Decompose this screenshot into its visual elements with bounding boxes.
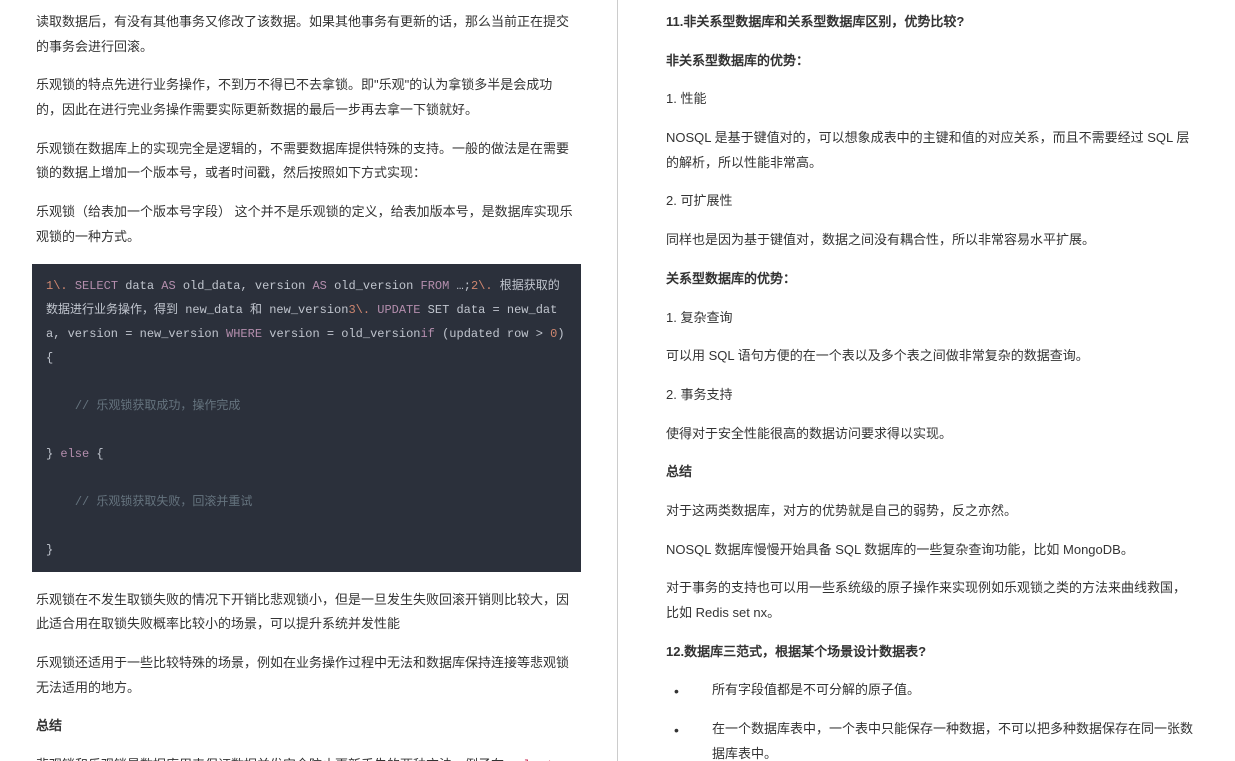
para: 2. 事务支持 (666, 383, 1195, 408)
list-item: 所有字段值都是不可分解的原子值。 (666, 678, 1195, 703)
para: 1. 复杂查询 (666, 306, 1195, 331)
para: 乐观锁在数据库上的实现完全是逻辑的，不需要数据库提供特殊的支持。一般的做法是在需… (36, 137, 577, 186)
left-column: 读取数据后，有没有其他事务又修改了该数据。如果其他事务有更新的话，那么当前正在提… (0, 0, 617, 761)
para: 乐观锁还适用于一些比较特殊的场景，例如在业务操作过程中无法和数据库保持连接等悲观… (36, 651, 577, 700)
para: NOSQL 是基于键值对的，可以想象成表中的主键和值的对应关系，而且不需要经过 … (666, 126, 1195, 175)
summary-heading: 总结 (666, 460, 1195, 485)
para: 1. 性能 (666, 87, 1195, 112)
para: 悲观锁和乐观锁是数据库用来保证数据并发安全防止更新丢失的两种方法，例子在 sel… (36, 753, 577, 761)
para: 乐观锁的特点先进行业务操作，不到万不得已不去拿锁。即"乐观"的认为拿锁多半是会成… (36, 73, 577, 122)
para: 对于这两类数据库，对方的优势就是自己的弱势，反之亦然。 (666, 499, 1195, 524)
bullet-list: 所有字段值都是不可分解的原子值。 在一个数据库表中，一个表中只能保存一种数据，不… (666, 678, 1195, 761)
para: 使得对于安全性能很高的数据访问要求得以实现。 (666, 422, 1195, 447)
code-block: 1\. SELECT data AS old_data, version AS … (32, 264, 581, 572)
para: 乐观锁（给表加一个版本号字段） 这个并不是乐观锁的定义，给表加版本号，是数据库实… (36, 200, 577, 249)
para: 同样也是因为基于键值对，数据之间没有耦合性，所以非常容易水平扩展。 (666, 228, 1195, 253)
para: 对于事务的支持也可以用一些系统级的原子操作来实现例如乐观锁之类的方法来曲线救国，… (666, 576, 1195, 625)
sql-heading: 关系型数据库的优势： (666, 267, 1195, 292)
list-item: 在一个数据库表中，一个表中只能保存一种数据，不可以把多种数据保存在同一张数据库表… (666, 717, 1195, 761)
nosql-heading: 非关系型数据库的优势： (666, 49, 1195, 74)
question-12: 12.数据库三范式，根据某个场景设计数据表? (666, 640, 1195, 665)
para: NOSQL 数据库慢慢开始具备 SQL 数据库的一些复杂查询功能，比如 Mong… (666, 538, 1195, 563)
para: 2. 可扩展性 (666, 189, 1195, 214)
right-column: 11.非关系型数据库和关系型数据库区别，优势比较? 非关系型数据库的优势： 1.… (618, 0, 1235, 761)
para: 读取数据后，有没有其他事务又修改了该数据。如果其他事务有更新的话，那么当前正在提… (36, 10, 577, 59)
summary-heading: 总结 (36, 714, 577, 739)
para: 可以用 SQL 语句方便的在一个表以及多个表之间做非常复杂的数据查询。 (666, 344, 1195, 369)
para: 乐观锁在不发生取锁失败的情况下开销比悲观锁小，但是一旦发生失败回滚开销则比较大，… (36, 588, 577, 637)
question-11: 11.非关系型数据库和关系型数据库区别，优势比较? (666, 10, 1195, 35)
